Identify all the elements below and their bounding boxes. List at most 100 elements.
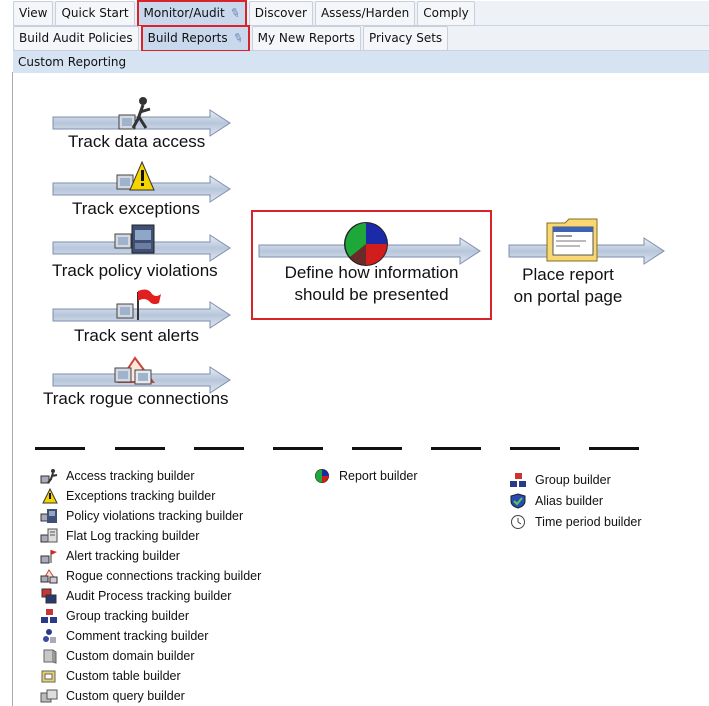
- exceptions-warning-icon: [40, 488, 58, 504]
- legend-label: Custom table builder: [66, 669, 181, 683]
- tab-label: Privacy Sets: [368, 30, 443, 45]
- divider-dash: [431, 447, 481, 450]
- divider-dash: [352, 447, 402, 450]
- legend-item-custom-query[interactable]: Custom query builder: [40, 686, 261, 706]
- legend-tracking-builders: Access tracking builder Exceptions track…: [40, 466, 261, 706]
- tab-privacy-sets[interactable]: Privacy Sets: [362, 25, 449, 51]
- tab-discover[interactable]: Discover: [248, 0, 313, 26]
- tab-label: Build Audit Policies: [19, 30, 133, 45]
- legend-item-alias-builder[interactable]: Alias builder: [509, 490, 642, 511]
- legend-label: Exceptions tracking builder: [66, 489, 216, 503]
- legend-item-audit-process[interactable]: Audit Process tracking builder: [40, 586, 261, 606]
- step-track-policy-violations: Track policy violations: [52, 261, 218, 280]
- legend-item-flat-log[interactable]: Flat Log tracking builder: [40, 526, 261, 546]
- tab-comply[interactable]: Comply: [417, 0, 475, 26]
- content-border: [12, 72, 13, 706]
- section-header: Custom Reporting: [13, 51, 709, 73]
- divider-dash: [589, 447, 639, 450]
- sub-tab-bar: Build Audit Policies Build Reports ✎ My N…: [13, 24, 709, 52]
- pie-chart-icon: [313, 468, 331, 484]
- access-tracking-icon: [40, 468, 58, 484]
- tab-quick-start[interactable]: Quick Start: [55, 0, 135, 26]
- step-track-rogue-connections: Track rogue connections: [43, 389, 229, 408]
- legend-label: Audit Process tracking builder: [66, 589, 232, 603]
- legend-report-builders: Report builder: [313, 466, 418, 486]
- step-define-line1: Define how information: [284, 263, 459, 282]
- legend-item-time-period-builder[interactable]: Time period builder: [509, 511, 642, 532]
- legend-label: Policy violations tracking builder: [66, 509, 244, 523]
- exceptions-warning-icon: [116, 160, 156, 200]
- tab-monitor-audit[interactable]: Monitor/Audit ✎: [136, 0, 247, 27]
- divider-dash: [273, 447, 323, 450]
- step-define-line2: should be presented: [294, 285, 449, 304]
- legend-item-access-tracking[interactable]: Access tracking builder: [40, 466, 261, 486]
- legend-item-report-builder[interactable]: Report builder: [313, 466, 418, 486]
- step-track-sent-alerts: Track sent alerts: [74, 326, 200, 345]
- legend-item-alert-tracking[interactable]: Alert tracking builder: [40, 546, 261, 566]
- legend-label: Group builder: [535, 472, 611, 487]
- step-track-exceptions: Track exceptions: [72, 199, 200, 218]
- legend-item-comment-tracking[interactable]: Comment tracking builder: [40, 626, 261, 646]
- step-place-line1: Place report: [522, 265, 614, 284]
- legend-item-group-tracking[interactable]: Group tracking builder: [40, 606, 261, 626]
- tab-label: Assess/Harden: [320, 5, 410, 20]
- divider-dash: [194, 447, 244, 450]
- tab-build-audit-policies[interactable]: Build Audit Policies: [13, 25, 139, 51]
- tab-label: Monitor/Audit: [143, 5, 225, 20]
- legend-item-exceptions-tracking[interactable]: Exceptions tracking builder: [40, 486, 261, 506]
- section-header-label: Custom Reporting: [18, 55, 127, 69]
- legend-label: Custom query builder: [66, 689, 185, 703]
- flat-log-icon: [40, 528, 58, 544]
- legend-label: Report builder: [339, 469, 418, 483]
- step-place-line2: on portal page: [513, 287, 623, 306]
- top-tab-bar: View Quick Start Monitor/Audit ✎ Discover…: [13, 0, 709, 27]
- step-place-report: Place report on portal page: [508, 264, 628, 308]
- divider-dash: [35, 447, 85, 450]
- legend-label: Rogue connections tracking builder: [66, 569, 262, 583]
- group-builder-icon: [509, 472, 527, 488]
- legend-other-builders: Group builder Alias builder Time period …: [509, 469, 642, 532]
- divider-dash: [115, 447, 165, 450]
- custom-domain-icon: [40, 648, 58, 664]
- pencil-icon: ✎: [227, 4, 243, 21]
- tab-label: Build Reports: [147, 30, 228, 45]
- custom-query-icon: [40, 688, 58, 704]
- step-define-presentation: Define how information should be present…: [251, 262, 492, 306]
- tab-assess-harden[interactable]: Assess/Harden: [314, 0, 416, 26]
- legend-item-custom-domain[interactable]: Custom domain builder: [40, 646, 261, 666]
- comment-tracking-icon: [40, 628, 58, 644]
- legend-label: Time period builder: [535, 514, 642, 529]
- legend-item-rogue-connections[interactable]: Rogue connections tracking builder: [40, 566, 261, 586]
- divider-dash: [510, 447, 560, 450]
- legend-item-policy-violations[interactable]: Policy violations tracking builder: [40, 506, 261, 526]
- tab-label: My New Reports: [257, 30, 355, 45]
- alias-shield-icon: [509, 492, 527, 509]
- tab-build-reports[interactable]: Build Reports ✎: [140, 24, 250, 52]
- legend-label: Alias builder: [535, 493, 604, 508]
- legend-label: Comment tracking builder: [66, 629, 209, 643]
- legend-item-custom-table[interactable]: Custom table builder: [40, 666, 261, 686]
- legend-label: Group tracking builder: [66, 609, 189, 623]
- tab-label: View: [19, 5, 48, 20]
- tab-view[interactable]: View: [13, 0, 54, 26]
- custom-table-icon: [40, 668, 58, 684]
- pencil-icon: ✎: [230, 29, 245, 46]
- tab-my-new-reports[interactable]: My New Reports: [251, 25, 361, 51]
- group-tracking-icon: [40, 608, 58, 624]
- policy-violations-icon: [40, 508, 58, 524]
- step-track-data-access: Track data access: [68, 132, 206, 151]
- legend-label: Access tracking builder: [66, 469, 195, 483]
- tab-label: Quick Start: [61, 5, 129, 20]
- policy-violations-icon: [114, 222, 156, 262]
- alert-flag-icon: [116, 286, 162, 330]
- legend-label: Flat Log tracking builder: [66, 529, 200, 543]
- tab-label: Comply: [423, 5, 469, 20]
- legend-item-group-builder[interactable]: Group builder: [509, 469, 642, 490]
- tab-label: Discover: [254, 5, 307, 20]
- clock-icon: [509, 514, 527, 530]
- legend-label: Custom domain builder: [66, 649, 195, 663]
- alert-flag-icon: [40, 548, 58, 564]
- report-folder-icon: [545, 215, 601, 269]
- legend-label: Alert tracking builder: [66, 549, 180, 563]
- rogue-connections-icon: [40, 568, 58, 584]
